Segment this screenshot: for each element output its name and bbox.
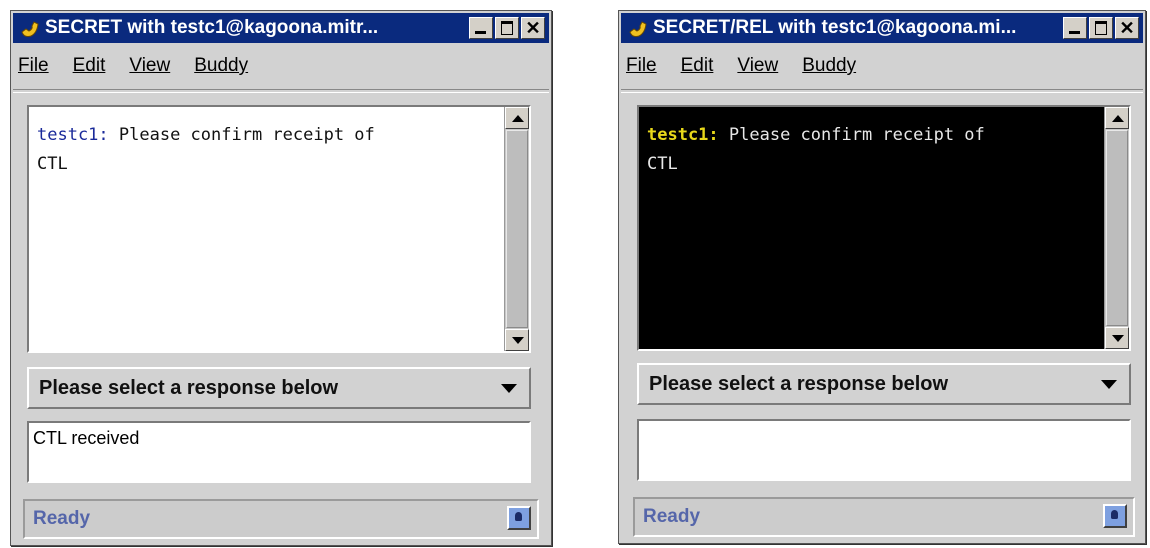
chat-window-secret: SECRET with testc1@kagoona.mitr... ✕ Fil… <box>10 10 552 546</box>
chat-scrollbar[interactable] <box>1104 107 1129 349</box>
menu-view[interactable]: View <box>126 51 173 81</box>
message-text-line2: CTL <box>647 154 678 174</box>
menu-bar: File Edit View Buddy <box>623 51 859 81</box>
chevron-down-icon[interactable] <box>1101 380 1117 389</box>
menu-buddy[interactable]: Buddy <box>191 51 251 81</box>
scroll-down-icon[interactable] <box>1105 327 1129 349</box>
response-input[interactable] <box>637 419 1131 481</box>
chat-window-secret-rel: SECRET/REL with testc1@kagoona.mi... ✕ F… <box>618 10 1146 544</box>
chevron-down-icon[interactable] <box>501 384 517 393</box>
close-icon[interactable]: ✕ <box>1115 17 1139 39</box>
chat-message: testc1: Please confirm receipt of CTL <box>647 121 1099 179</box>
response-select[interactable]: Please select a response below <box>27 367 531 409</box>
status-text: Ready <box>33 508 91 529</box>
title-bar[interactable]: SECRET/REL with testc1@kagoona.mi... ✕ <box>621 13 1143 43</box>
scroll-thumb[interactable] <box>1106 130 1128 326</box>
status-text: Ready <box>643 506 701 527</box>
scroll-thumb[interactable] <box>506 130 528 328</box>
scroll-up-icon[interactable] <box>505 107 529 129</box>
scroll-up-icon[interactable] <box>1105 107 1129 129</box>
message-text-line2: CTL <box>37 154 68 174</box>
response-input[interactable]: CTL received <box>27 421 531 483</box>
close-icon[interactable]: ✕ <box>521 17 545 39</box>
window-title: SECRET with testc1@kagoona.mitr... <box>45 17 379 38</box>
menu-separator <box>13 89 549 93</box>
chat-scrollbar[interactable] <box>504 107 529 351</box>
maximize-icon[interactable] <box>495 17 519 39</box>
message-sender: testc1: <box>647 125 719 145</box>
phone-handset-icon <box>21 21 39 37</box>
chat-transcript[interactable]: testc1: Please confirm receipt of CTL <box>27 105 531 353</box>
response-select-value: Please select a response below <box>649 373 949 395</box>
response-select[interactable]: Please select a response below <box>637 363 1131 405</box>
maximize-icon[interactable] <box>1089 17 1113 39</box>
status-bar: Ready <box>633 497 1135 537</box>
response-select-value: Please select a response below <box>39 377 339 399</box>
status-bar: Ready <box>23 499 539 539</box>
menu-edit[interactable]: Edit <box>678 51 717 81</box>
phone-handset-icon <box>629 21 647 37</box>
buddy-status-icon[interactable] <box>507 506 531 530</box>
window-title: SECRET/REL with testc1@kagoona.mi... <box>653 17 1017 38</box>
menu-view[interactable]: View <box>734 51 781 81</box>
message-sender: testc1: <box>37 125 109 145</box>
chat-transcript[interactable]: testc1: Please confirm receipt of CTL <box>637 105 1131 351</box>
message-text-line1: Please confirm receipt of <box>108 125 375 145</box>
scroll-down-icon[interactable] <box>505 329 529 351</box>
minimize-icon[interactable] <box>1063 17 1087 39</box>
message-text-line1: Please confirm receipt of <box>718 125 985 145</box>
menu-separator <box>621 89 1143 93</box>
menu-buddy[interactable]: Buddy <box>799 51 859 81</box>
menu-file[interactable]: File <box>623 51 660 81</box>
menu-file[interactable]: File <box>15 51 52 81</box>
chat-message: testc1: Please confirm receipt of CTL <box>37 121 499 179</box>
menu-bar: File Edit View Buddy <box>15 51 251 81</box>
menu-edit[interactable]: Edit <box>70 51 109 81</box>
title-bar[interactable]: SECRET with testc1@kagoona.mitr... ✕ <box>13 13 549 43</box>
buddy-status-icon[interactable] <box>1103 504 1127 528</box>
minimize-icon[interactable] <box>469 17 493 39</box>
